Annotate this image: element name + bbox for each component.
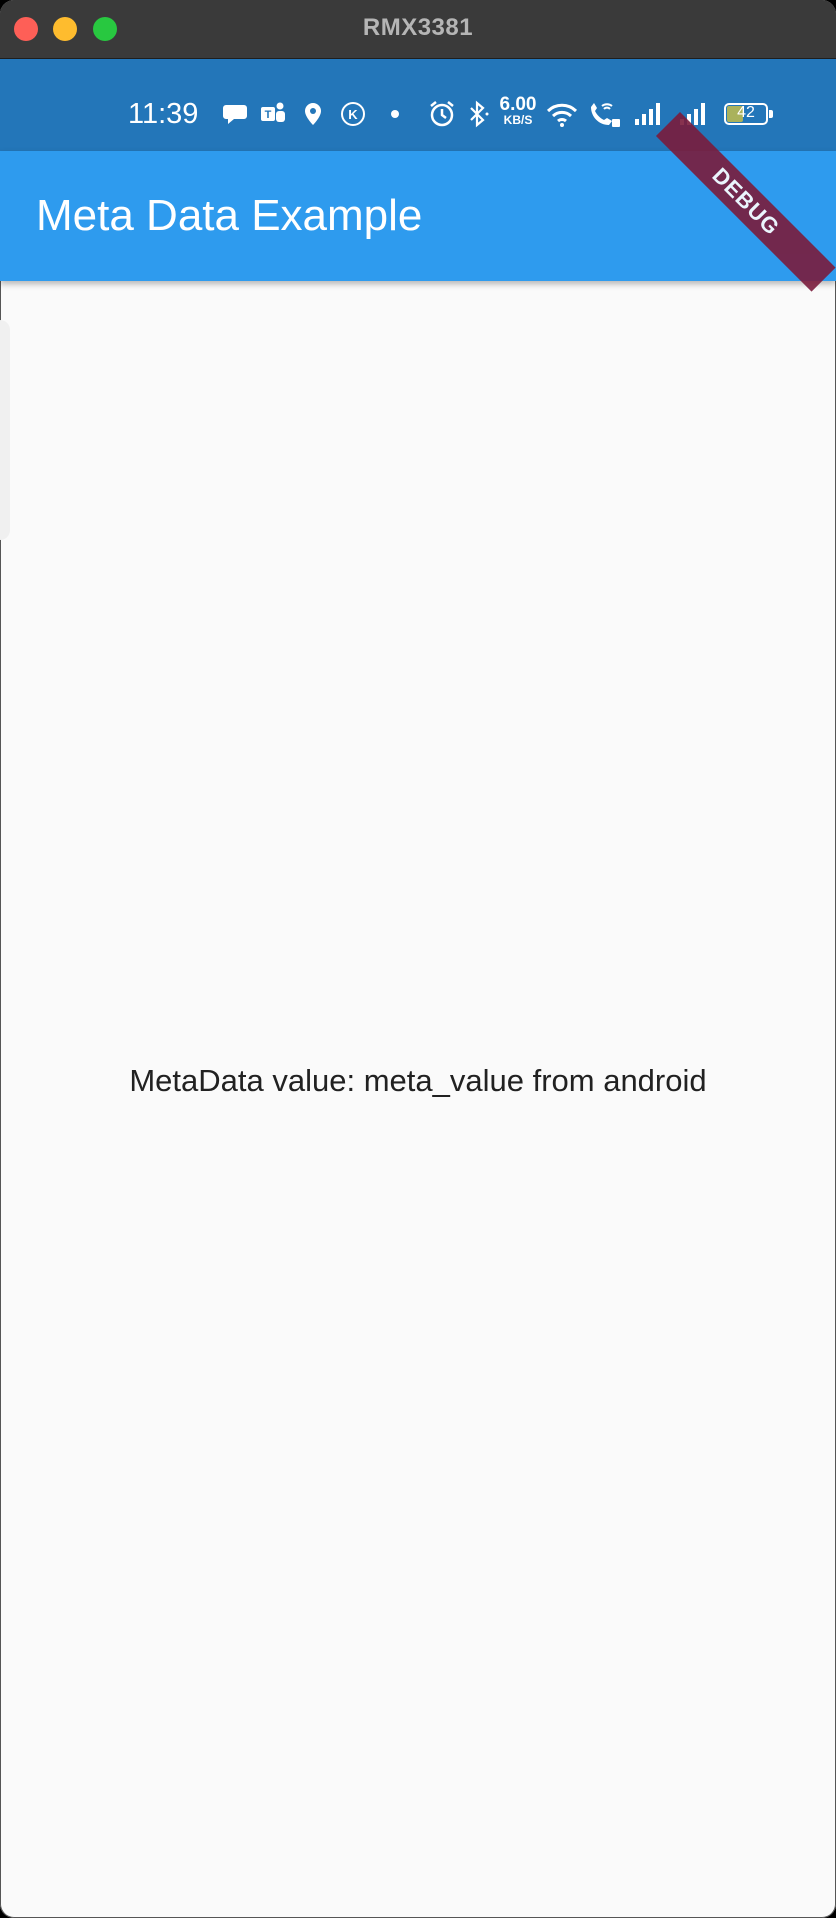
- page-title: Meta Data Example: [36, 191, 423, 240]
- svg-text:K: K: [348, 107, 358, 122]
- edge-panel-handle[interactable]: [0, 320, 10, 540]
- battery-nub: [769, 110, 773, 118]
- teams-icon: T: [261, 102, 285, 122]
- wifi-icon: [546, 103, 578, 127]
- android-status-bar: 11:39 T K 6.00 KB/S 42: [0, 59, 836, 151]
- network-speed-unit: KB/S: [503, 113, 533, 127]
- k-circle-icon: K: [341, 102, 365, 126]
- network-speed: 6.00 KB/S: [496, 95, 540, 126]
- location-pin-icon: [305, 103, 321, 125]
- wifi-call-icon: [591, 103, 620, 127]
- window-titlebar: RMX3381: [0, 0, 836, 59]
- svg-text:T: T: [265, 109, 272, 121]
- signal-icon: [635, 103, 660, 125]
- metadata-value-text: MetaData value: meta_value from android: [129, 1063, 707, 1098]
- network-speed-value: 6.00: [499, 94, 537, 115]
- window-title: RMX3381: [362, 14, 474, 41]
- dot-icon: [391, 110, 399, 118]
- app-window: RMX3381 11:39 T K 6.00 KB/S 42 Meta Data…: [0, 0, 836, 1918]
- alarm-icon: [430, 101, 454, 127]
- battery-level: 42: [737, 104, 755, 121]
- status-time: 11:39: [128, 98, 199, 130]
- battery-icon: 42: [724, 103, 773, 125]
- bluetooth-icon: [470, 100, 489, 128]
- chat-bubble-icon: [223, 105, 247, 124]
